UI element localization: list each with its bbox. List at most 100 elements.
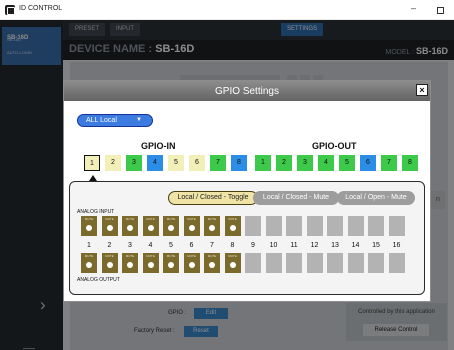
- channel-number: 8: [230, 242, 235, 249]
- dialog-title: GPIO Settings: [215, 86, 279, 97]
- gpio-in-button-4[interactable]: 4: [147, 155, 163, 171]
- mute-indicator-icon: [188, 225, 195, 231]
- disabled-channel-slot: [347, 253, 364, 273]
- gpio-settings-dialog: GPIO Settings × ALL Local ▼ GPIO-IN GPIO…: [63, 80, 431, 302]
- maximize-button[interactable]: [437, 7, 444, 14]
- analog-output-label: ANALOG OUTPUT: [77, 277, 120, 283]
- dialog-header: GPIO Settings ×: [64, 81, 430, 101]
- mode-toggle-button[interactable]: Local / Closed - Toggle: [168, 191, 258, 205]
- channel-number: 2: [107, 242, 112, 249]
- disabled-channel-slot: [245, 216, 261, 236]
- gpio-out-button-2[interactable]: 2: [276, 155, 292, 171]
- mute-label: MUTE: [84, 217, 94, 221]
- gpio-out-button-7[interactable]: 7: [381, 155, 397, 171]
- output-mute-button[interactable]: MUTE: [122, 253, 138, 273]
- disabled-channel-slot: [286, 253, 302, 273]
- gpio-out-button-1[interactable]: 1: [255, 155, 271, 171]
- mute-indicator-icon: [168, 225, 174, 231]
- mute-indicator-icon: [86, 225, 92, 231]
- mute-label: MUTE: [105, 217, 114, 221]
- channel-number: 15: [372, 242, 380, 249]
- channel-number: 7: [210, 242, 214, 249]
- disabled-channel-slot: [245, 253, 261, 273]
- gpio-in-button-8[interactable]: 8: [231, 155, 247, 171]
- mode-dropdown[interactable]: ALL Local ▼: [77, 114, 153, 127]
- mute-indicator-icon: [86, 262, 92, 268]
- mute-label: MUTE: [166, 254, 176, 258]
- mute-indicator-icon: [106, 225, 113, 231]
- channel-number: 6: [189, 242, 194, 249]
- mute-label: MUTE: [146, 254, 155, 258]
- channel-number: 9: [251, 242, 255, 249]
- input-mute-button[interactable]: MUTE: [183, 216, 200, 236]
- mute-indicator-icon: [127, 225, 133, 231]
- channel-number: 14: [351, 242, 360, 249]
- mute-indicator-icon: [209, 225, 215, 231]
- mute-label: MUTE: [187, 217, 196, 221]
- output-mute-button[interactable]: MUTE: [81, 253, 97, 273]
- mute-indicator-icon: [147, 262, 154, 268]
- mute-indicator-icon: [168, 262, 174, 268]
- channel-number: 12: [310, 242, 319, 249]
- disabled-channel-slot: [306, 216, 323, 236]
- gpio-in-button-5[interactable]: 5: [168, 155, 184, 171]
- gpio-out-button-6[interactable]: 6: [360, 155, 376, 171]
- input-mute-button[interactable]: MUTE: [81, 216, 97, 236]
- mode-open-mute-button[interactable]: Local / Open - Mute: [337, 191, 415, 205]
- input-mute-button[interactable]: MUTE: [142, 216, 159, 236]
- disabled-channel-slot: [347, 216, 364, 236]
- disabled-channel-slot: [388, 253, 405, 273]
- dropdown-value: ALL Local: [86, 117, 117, 124]
- gpio-in-button-2[interactable]: 2: [105, 155, 121, 171]
- minimize-button[interactable]: –: [411, 3, 416, 13]
- input-mute-button[interactable]: MUTE: [224, 216, 241, 236]
- channel-number: 13: [331, 242, 339, 249]
- gpio-out-button-3[interactable]: 3: [297, 155, 313, 171]
- mute-label: MUTE: [105, 254, 114, 258]
- disabled-channel-slot: [368, 216, 384, 236]
- mute-label: MUTE: [125, 254, 135, 258]
- mute-indicator-icon: [127, 262, 133, 268]
- gpio-out-button-8[interactable]: 8: [402, 155, 418, 171]
- input-mute-button[interactable]: MUTE: [101, 216, 118, 236]
- gpio-out-button-4[interactable]: 4: [318, 155, 334, 171]
- mute-label: MUTE: [187, 254, 196, 258]
- output-mute-button[interactable]: MUTE: [204, 253, 220, 273]
- gpio-out-button-5[interactable]: 5: [339, 155, 355, 171]
- input-mute-button[interactable]: MUTE: [204, 216, 220, 236]
- mute-indicator-icon: [188, 262, 195, 268]
- channel-number: 1: [87, 242, 91, 249]
- mute-indicator-icon: [147, 225, 154, 231]
- mute-label: MUTE: [228, 254, 237, 258]
- output-mute-button[interactable]: MUTE: [183, 253, 200, 273]
- gpio-in-button-3[interactable]: 3: [126, 155, 142, 171]
- mute-label: MUTE: [207, 254, 217, 258]
- dropdown-arrow-icon: ▼: [136, 117, 142, 123]
- output-mute-button[interactable]: MUTE: [142, 253, 159, 273]
- channel-number: 11: [290, 242, 298, 249]
- disabled-channel-slot: [327, 253, 343, 273]
- disabled-channel-slot: [306, 253, 323, 273]
- output-mute-button[interactable]: MUTE: [163, 253, 179, 273]
- mute-label: MUTE: [207, 217, 217, 221]
- gpio-in-button-1[interactable]: 1: [84, 155, 100, 171]
- app-icon: [5, 5, 15, 15]
- disabled-channel-slot: [388, 216, 405, 236]
- mode-mute-button[interactable]: Local / Closed - Mute: [253, 191, 339, 205]
- app-title: ID CONTROL: [19, 5, 63, 12]
- gpio-in-button-6[interactable]: 6: [189, 155, 205, 171]
- gpio-out-title: GPIO-OUT: [312, 141, 357, 151]
- mute-label: MUTE: [146, 217, 155, 221]
- disabled-channel-slot: [327, 216, 343, 236]
- input-mute-button[interactable]: MUTE: [122, 216, 138, 236]
- output-mute-button[interactable]: MUTE: [224, 253, 241, 273]
- gpio-in-button-7[interactable]: 7: [210, 155, 226, 171]
- disabled-channel-slot: [286, 216, 302, 236]
- close-icon[interactable]: ×: [416, 84, 428, 96]
- mute-indicator-icon: [229, 225, 236, 231]
- output-mute-button[interactable]: MUTE: [101, 253, 118, 273]
- channel-number: 4: [148, 242, 153, 249]
- title-bar: ID CONTROL –: [0, 0, 454, 20]
- channel-number: 16: [392, 242, 401, 249]
- input-mute-button[interactable]: MUTE: [163, 216, 179, 236]
